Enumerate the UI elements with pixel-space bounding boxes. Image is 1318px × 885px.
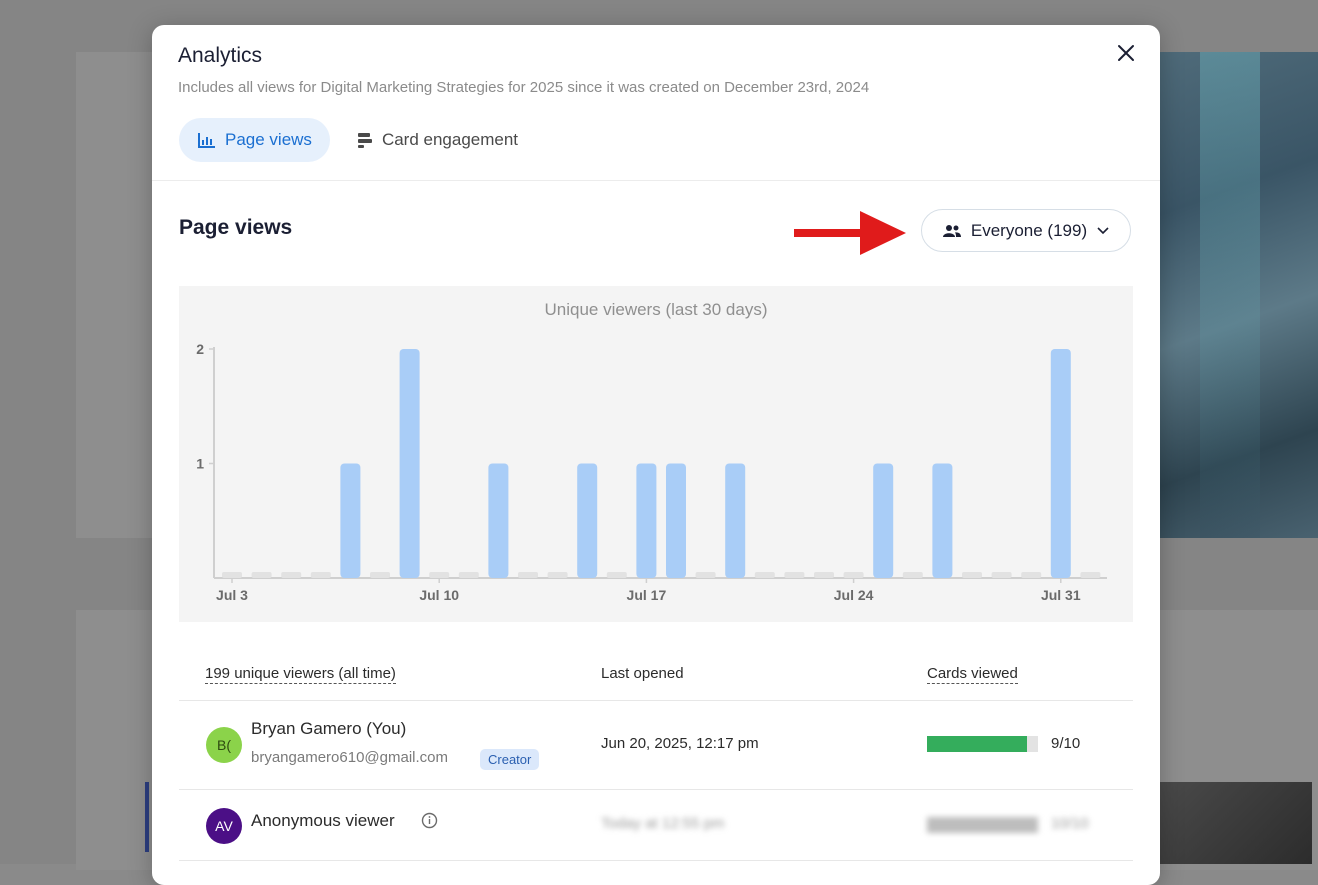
- bar-jul-29: [991, 572, 1012, 578]
- bar-jul-4: [251, 572, 272, 578]
- last-opened-header: Last opened: [601, 665, 684, 682]
- analytics-modal: Analytics Includes all views for Digital…: [152, 25, 1160, 885]
- bar-jul-5: [281, 572, 302, 578]
- close-button[interactable]: [1114, 41, 1138, 65]
- bar-jul-6: [310, 572, 331, 578]
- unique-viewers-chart: Unique viewers (last 30 days) 1 2 Jul 3 Jul…: [179, 286, 1133, 622]
- y-tick-label: 1: [196, 456, 204, 472]
- bar-jul-7: [340, 463, 361, 578]
- bar-jul-15: [577, 463, 598, 578]
- bar-jul-21: [754, 572, 775, 578]
- tab-card-engagement[interactable]: Card engagement: [338, 118, 536, 162]
- bar-jul-22: [784, 572, 805, 578]
- bar-aug-1: [1080, 572, 1101, 578]
- divider: [179, 860, 1133, 861]
- bar-jul-17: [636, 463, 657, 578]
- x-tick-label: Jul 24: [834, 587, 874, 603]
- chart-canvas: 1 2 Jul 3 Jul 10 Jul 17 Jul 24 Jul 31: [196, 341, 1107, 603]
- viewer-name: Anonymous viewer: [251, 811, 395, 830]
- bar-jul-11: [458, 572, 479, 578]
- progress-fill: [927, 817, 1038, 833]
- cards-viewed-value: 10/10: [1051, 815, 1089, 832]
- creator-badge: Creator: [480, 749, 540, 770]
- cards-viewed-header[interactable]: Cards viewed: [927, 665, 1018, 684]
- x-tick-label: Jul 31: [1041, 587, 1081, 603]
- modal-subtitle: Includes all views for Digital Marketing…: [178, 79, 870, 96]
- bar-jul-16: [606, 572, 627, 578]
- last-opened-value: Today at 12:55 pm: [601, 815, 725, 832]
- bar-jul-9: [399, 349, 420, 578]
- bar-jul-13: [518, 572, 538, 578]
- bar-jul-25: [873, 463, 894, 578]
- divider: [179, 700, 1133, 701]
- bar-jul-28: [962, 572, 982, 578]
- progress-fill: [927, 736, 1027, 752]
- cards-viewed-label[interactable]: Cards viewed: [927, 665, 1018, 684]
- audience-filter-dropdown[interactable]: Everyone (199): [921, 209, 1131, 252]
- bar-jul-18: [666, 463, 686, 578]
- cards-viewed-value: 9/10: [1051, 735, 1081, 752]
- x-tick-label: Jul 3: [216, 587, 248, 603]
- bar-jul-10: [429, 572, 450, 578]
- red-arrow-annotation: [794, 211, 906, 255]
- viewer-email: bryangamero610@gmail.com: [251, 749, 448, 766]
- info-icon[interactable]: [421, 812, 438, 829]
- tab-label: Card engagement: [381, 130, 519, 149]
- bar-jul-8: [370, 572, 390, 578]
- bar-jul-26: [902, 572, 923, 578]
- section-title: Page views: [179, 216, 293, 239]
- chevron-down-icon: [1097, 226, 1109, 234]
- bar-jul-3: [222, 572, 242, 578]
- bar-jul-12: [488, 463, 509, 578]
- avatar: B(: [206, 727, 242, 763]
- cards-viewed-progress: [927, 736, 1038, 752]
- divider: [179, 789, 1133, 790]
- avatar: AV: [206, 808, 242, 844]
- people-icon: [942, 224, 961, 237]
- close-icon: [1118, 45, 1134, 61]
- bar-jul-24: [843, 572, 864, 578]
- viewers-count-label[interactable]: 199 unique viewers (all time): [205, 665, 396, 684]
- cards-icon: [357, 133, 372, 148]
- x-tick-label: Jul 17: [627, 587, 667, 603]
- x-tick-label: Jul 10: [419, 587, 459, 603]
- modal-title: Analytics: [178, 44, 263, 67]
- bar-jul-30: [1021, 572, 1042, 578]
- audience-filter-label: Everyone (199): [970, 220, 1088, 240]
- cards-viewed-progress: [927, 817, 1038, 833]
- bar-jul-23: [814, 572, 834, 578]
- background-illustration: [1160, 52, 1318, 538]
- viewers-count-header[interactable]: 199 unique viewers (all time): [205, 665, 396, 684]
- bar-jul-31: [1050, 349, 1071, 578]
- last-opened-value: Jun 20, 2025, 12:17 pm: [601, 735, 759, 752]
- tab-label: Page views: [225, 130, 312, 149]
- background-accent-bar: [145, 782, 149, 852]
- bar-jul-20: [725, 463, 746, 578]
- bar-jul-19: [695, 572, 716, 578]
- bar-chart-icon: [198, 133, 215, 148]
- tab-page-views[interactable]: Page views: [179, 118, 330, 162]
- y-tick-label: 2: [196, 341, 204, 357]
- viewer-name: Bryan Gamero (You): [251, 719, 407, 738]
- tab-bar: Page views Card engagement: [179, 118, 536, 162]
- divider: [152, 180, 1160, 181]
- background-image: [1160, 782, 1312, 864]
- bar-jul-27: [932, 463, 953, 578]
- bar-jul-14: [547, 572, 568, 578]
